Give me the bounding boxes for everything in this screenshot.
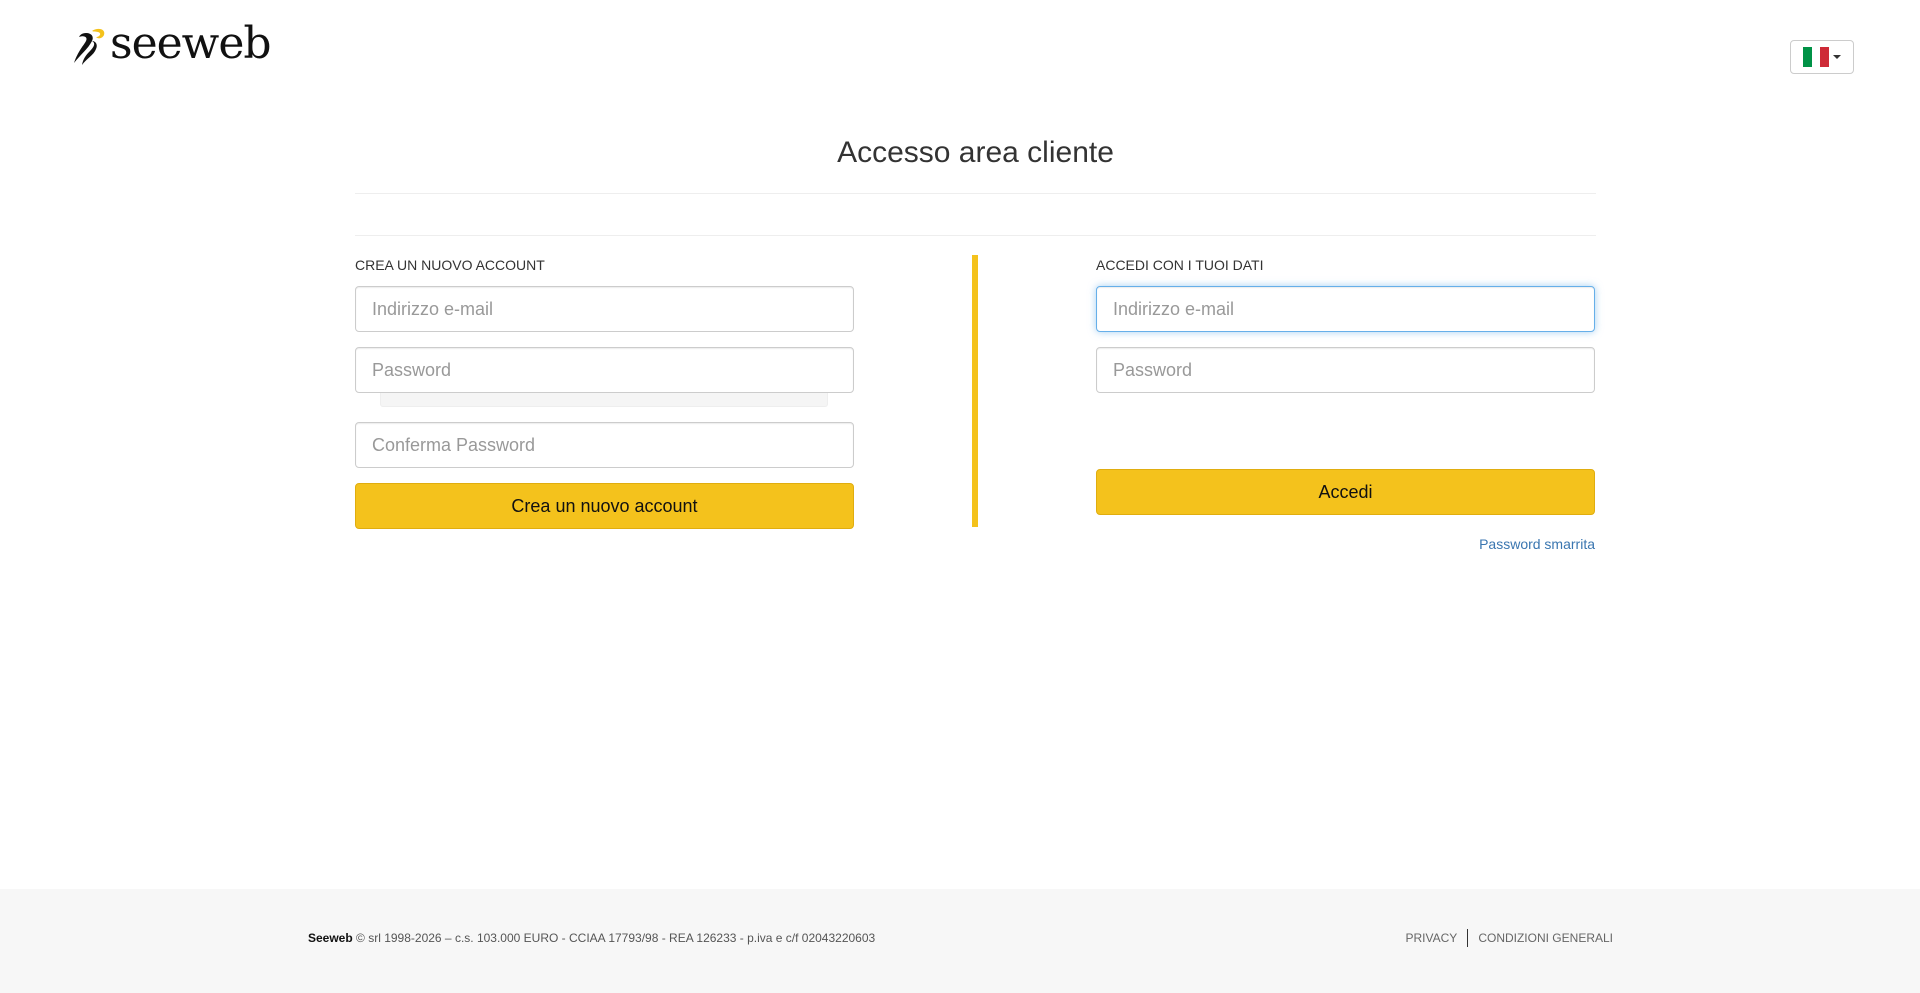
forgot-password-link[interactable]: Password smarrita: [1096, 536, 1595, 552]
login-password-input[interactable]: [1096, 347, 1595, 393]
login-heading: ACCEDI CON I TUOI DATI: [1096, 257, 1264, 273]
logo-mark-icon: [74, 28, 105, 65]
terms-link[interactable]: CONDIZIONI GENERALI: [1468, 929, 1613, 947]
register-password-input[interactable]: [355, 347, 854, 393]
section-divider: [355, 235, 1596, 236]
login-form: ACCEDI CON I TUOI DATI Accedi Password s…: [1096, 256, 1596, 552]
footer-legal: Seeweb © srl 1998-2026 – c.s. 103.000 EU…: [308, 931, 875, 945]
login-button[interactable]: Accedi: [1096, 469, 1595, 515]
page-title: Accesso area cliente: [837, 136, 1114, 169]
caret-down-icon: [1833, 55, 1841, 59]
register-heading: CREA UN NUOVO ACCOUNT: [355, 257, 545, 273]
create-account-button[interactable]: Crea un nuovo account: [355, 483, 854, 529]
italy-flag-icon: [1803, 47, 1830, 67]
register-confirm-password-input[interactable]: [355, 422, 854, 468]
seeweb-logo[interactable]: seeweb: [70, 18, 272, 72]
column-divider: [972, 255, 978, 527]
footer: Seeweb © srl 1998-2026 – c.s. 103.000 EU…: [0, 889, 1920, 993]
login-email-input[interactable]: [1096, 286, 1595, 332]
privacy-link[interactable]: PRIVACY: [1396, 929, 1468, 947]
login-page: seeweb Accesso area cliente CREA UN NUOV…: [0, 0, 1920, 993]
flag-stripe-white: [1811, 47, 1821, 67]
footer-links: PRIVACY CONDIZIONI GENERALI: [1396, 929, 1613, 947]
logo-wordmark: seeweb: [110, 18, 272, 69]
register-form: CREA UN NUOVO ACCOUNT Crea un nuovo acco…: [355, 256, 855, 529]
register-email-input[interactable]: [355, 286, 854, 332]
flag-stripe-red: [1820, 47, 1830, 67]
password-strength-meter: [380, 393, 828, 407]
title-divider: [355, 193, 1596, 194]
footer-company: Seeweb: [308, 931, 353, 945]
flag-stripe-green: [1803, 47, 1812, 67]
language-selector[interactable]: [1790, 40, 1854, 74]
footer-legal-text: © srl 1998-2026 – c.s. 103.000 EURO - CC…: [352, 931, 876, 945]
